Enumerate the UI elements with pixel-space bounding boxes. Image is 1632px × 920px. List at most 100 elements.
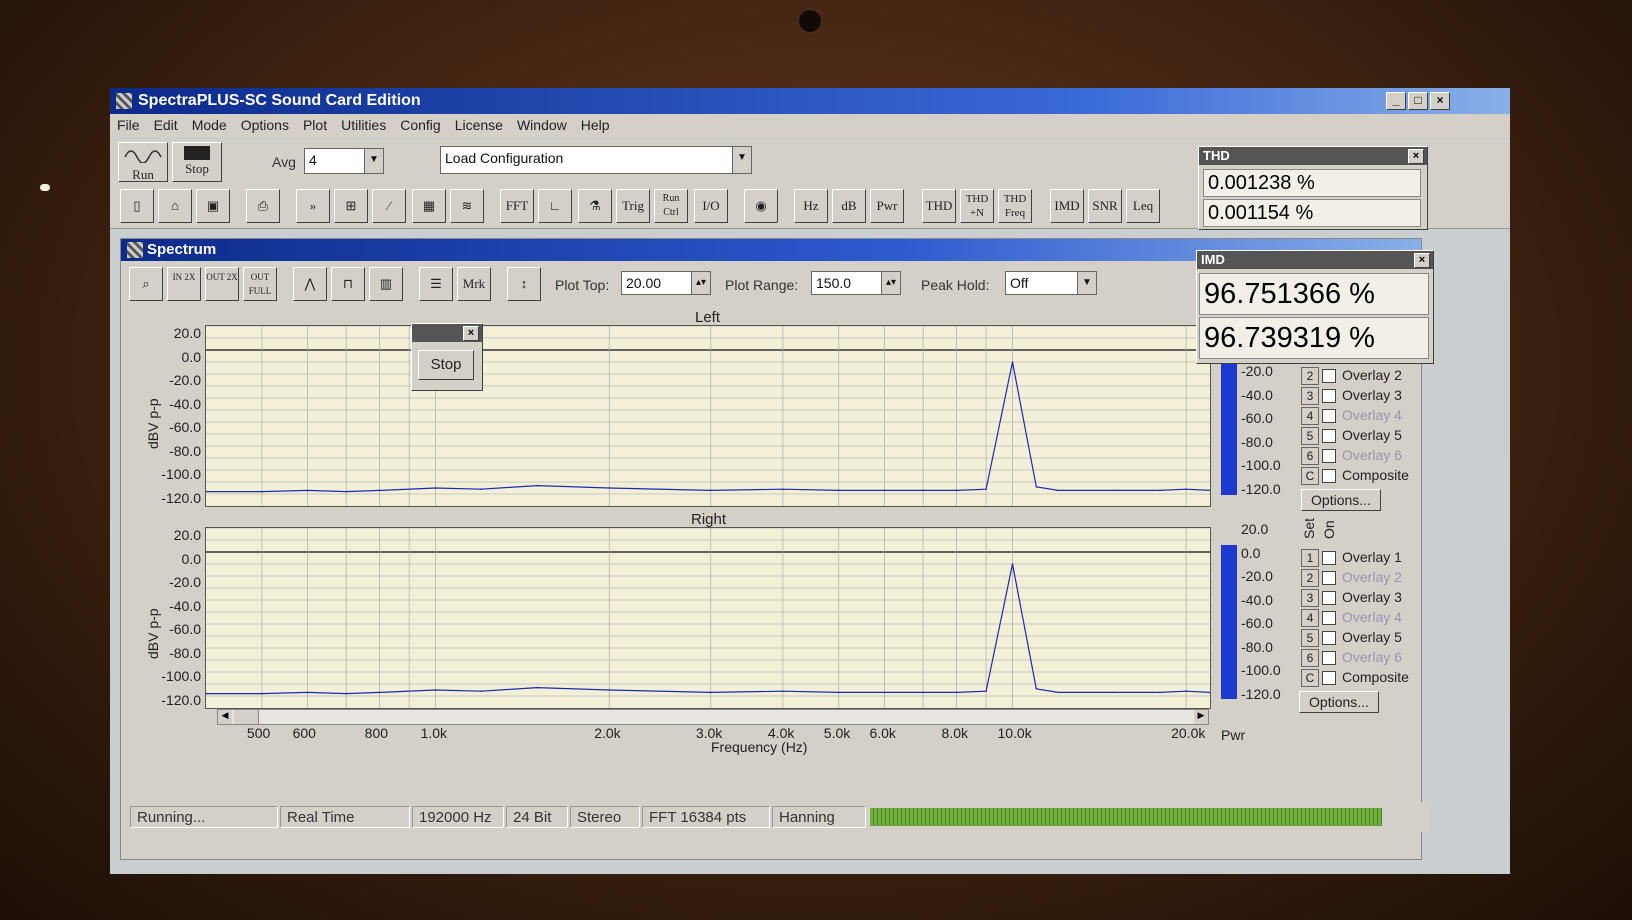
open-folder-icon[interactable]: ⌂ [158,189,192,223]
vertical-scale-icon[interactable]: ↕ [507,267,541,301]
axis-icon[interactable]: ∟ [538,189,572,223]
close-icon[interactable]: × [1414,253,1430,268]
overlay-checkbox[interactable] [1322,611,1336,626]
spectrum-point [1158,691,1161,694]
run-button[interactable]: Run [118,142,168,182]
menu-edit[interactable]: Edit [147,114,185,136]
3d-plot-icon[interactable]: ≋ [450,189,484,223]
overlay-set-button[interactable]: 4 [1301,407,1319,425]
overlay-set-button[interactable]: 3 [1301,589,1319,607]
close-icon[interactable]: × [1430,92,1450,110]
run-ctrl-button[interactable]: Run Ctrl [654,189,688,223]
marker-button[interactable]: Mrk [457,267,491,301]
print-icon[interactable]: ⎙ [246,189,280,223]
spectrogram-icon[interactable]: ▦ [412,189,446,223]
snr-button[interactable]: SNR [1088,189,1122,223]
avg-select[interactable]: 4 ▼ [304,148,384,174]
table-icon[interactable]: ☰ [419,267,453,301]
thd-button[interactable]: THD [922,189,956,223]
overlay-set-button[interactable]: 4 [1301,609,1319,627]
thd-freq-button[interactable]: THD Freq [998,189,1032,223]
ramp-icon[interactable]: ⁄ [372,189,406,223]
bar-plot-icon[interactable]: ▥ [369,267,403,301]
fast-forward-icon[interactable]: » [296,189,330,223]
spectrum-point [782,690,784,692]
overlay-set-button[interactable]: 5 [1301,427,1319,445]
spectrum-point [1209,691,1210,694]
menu-plot[interactable]: Plot [296,114,334,136]
menu-utilities[interactable]: Utilities [334,114,393,136]
overlay-checkbox[interactable] [1322,671,1336,686]
overlay-checkbox[interactable] [1322,389,1336,404]
close-icon[interactable]: × [463,326,479,341]
fft-button[interactable]: FFT [500,189,534,223]
menu-help[interactable]: Help [574,114,617,136]
sine-generator-icon[interactable]: ◉ [744,189,778,223]
line-plot-icon[interactable]: ⋀ [293,267,327,301]
menu-options[interactable]: Options [234,114,296,136]
db-button[interactable]: dB [832,189,866,223]
close-icon[interactable]: × [1408,149,1424,164]
overlay-set-button[interactable]: 6 [1301,447,1319,465]
horizontal-scrollbar[interactable]: ◀ ▶ [217,709,1209,725]
new-file-icon[interactable]: ▯ [120,189,154,223]
io-button[interactable]: I/O [694,189,728,223]
zoom-in-2x-button[interactable]: IN 2X [167,267,201,301]
scroll-right-icon[interactable]: ▶ [1194,710,1208,724]
menu-mode[interactable]: Mode [185,114,234,136]
scope-icon[interactable]: ⊞ [334,189,368,223]
menu-window[interactable]: Window [510,114,574,136]
step-plot-icon[interactable]: ⊓ [331,267,365,301]
peak-hold-select[interactable]: Off ▼ [1005,271,1097,295]
overlay-checkbox[interactable] [1322,651,1336,666]
spectrum-point [1035,486,1038,488]
overlay-checkbox[interactable] [1322,409,1336,424]
hz-button[interactable]: Hz [794,189,828,223]
minimize-icon[interactable]: _ [1386,92,1406,110]
trig-button[interactable]: Trig [616,189,650,223]
leq-button[interactable]: Leq [1126,189,1160,223]
thdn-button[interactable]: THD +N [960,189,994,223]
zoom-magnifier-icon[interactable]: ⌕ [129,267,163,301]
maximize-icon[interactable]: □ [1408,92,1428,110]
config-select[interactable]: Load Configuration ▼ [440,146,752,174]
overlay-checkbox[interactable] [1322,449,1336,464]
zoom-out-2x-button[interactable]: OUT 2X [205,267,239,301]
overlay-set-button[interactable]: 6 [1301,649,1319,667]
menu-file[interactable]: File [110,114,147,136]
overlay-set-button[interactable]: 5 [1301,629,1319,647]
popup-stop-button[interactable]: Stop [418,350,474,380]
zoom-full-button[interactable]: OUT FULL [243,267,277,301]
plot-top-input[interactable]: 20.00 ▴▾ [621,271,711,295]
menu-license[interactable]: License [448,114,510,136]
stop-button[interactable]: Stop [172,142,222,182]
save-icon[interactable]: ▣ [196,189,230,223]
options-button-top[interactable]: Options... [1301,489,1381,511]
scroll-left-icon[interactable]: ◀ [218,710,232,724]
flask-icon[interactable]: ⚗ [578,189,612,223]
menu-config[interactable]: Config [393,114,447,136]
overlay-checkbox[interactable] [1322,591,1336,606]
overlay-set-button[interactable]: C [1301,467,1319,485]
overlay-set-button[interactable]: 1 [1301,549,1319,567]
overlay-set-button[interactable]: C [1301,669,1319,687]
overlay-set-button[interactable]: 3 [1301,387,1319,405]
imd-button[interactable]: IMD [1050,189,1084,223]
overlay-checkbox[interactable] [1322,469,1336,484]
imd-title: IMD [1201,252,1225,267]
overlay-checkbox[interactable] [1322,551,1336,566]
spinner-icon[interactable]: ▴▾ [881,272,900,294]
overlay-set-button[interactable]: 2 [1301,367,1319,385]
pwr-button[interactable]: Pwr [870,189,904,223]
overlay-checkbox[interactable] [1322,631,1336,646]
overlay-checkbox[interactable] [1322,571,1336,586]
scroll-thumb[interactable] [234,710,259,724]
y-tick-label: -60.0 [169,419,201,435]
options-button-bottom[interactable]: Options... [1299,691,1379,713]
spinner-icon[interactable]: ▴▾ [691,272,710,294]
spectrum-point [536,686,538,689]
overlay-checkbox[interactable] [1322,369,1336,384]
overlay-checkbox[interactable] [1322,429,1336,444]
overlay-set-button[interactable]: 2 [1301,569,1319,587]
plot-range-input[interactable]: 150.0 ▴▾ [811,271,901,295]
